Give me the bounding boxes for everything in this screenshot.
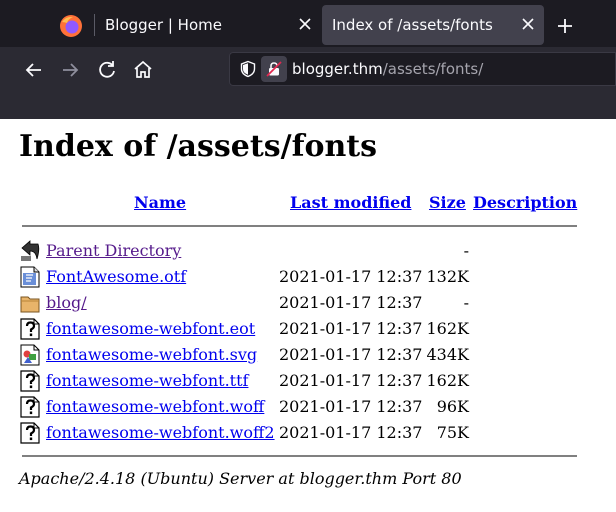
server-signature: Apache/2.4.18 (Ubuntu) Server at blogger… bbox=[19, 469, 462, 488]
font-file-icon bbox=[20, 266, 40, 288]
table-row: FontAwesome.otf 2021-01-17 12:37 132K bbox=[0, 264, 616, 290]
table-row: blog/ 2021-01-17 12:37 - bbox=[0, 290, 616, 316]
entry-size: 132K bbox=[426, 267, 470, 286]
forward-icon[interactable] bbox=[58, 58, 82, 82]
browser-chrome: Blogger | Home Index of /assets/fonts bl… bbox=[0, 0, 616, 119]
tab-blogger-home[interactable]: Blogger | Home bbox=[95, 5, 321, 45]
table-row: fontawesome-webfont.ttf 2021-01-17 12:37… bbox=[0, 368, 616, 394]
url-text[interactable]: blogger.thm/assets/fonts/ bbox=[292, 60, 483, 78]
entry-size: 434K bbox=[426, 345, 470, 364]
entry-size: 75K bbox=[436, 423, 469, 442]
lock-icon bbox=[266, 61, 282, 77]
tab-index-of-fonts[interactable]: Index of /assets/fonts bbox=[322, 5, 544, 45]
entry-modified: 2021-01-17 12:37 bbox=[279, 267, 423, 286]
entry-size: 96K bbox=[436, 397, 469, 416]
entry-link[interactable]: fontawesome-webfont.svg bbox=[46, 345, 257, 364]
shield-icon[interactable] bbox=[239, 60, 257, 78]
divider bbox=[22, 225, 577, 227]
column-header-name[interactable]: Name bbox=[134, 193, 186, 212]
table-row: fontawesome-webfont.woff 2021-01-17 12:3… bbox=[0, 394, 616, 420]
url-host: blogger.thm bbox=[292, 60, 383, 78]
page-title: Index of /assets/fonts bbox=[19, 129, 378, 164]
entry-link[interactable]: blog/ bbox=[46, 293, 87, 312]
folder-icon bbox=[20, 296, 40, 313]
home-icon[interactable] bbox=[131, 58, 155, 82]
back-icon[interactable] bbox=[22, 58, 46, 82]
lock-button[interactable] bbox=[261, 56, 287, 82]
column-header-size[interactable]: Size bbox=[429, 193, 466, 212]
table-row: Parent Directory - bbox=[0, 238, 616, 264]
entry-size: 162K bbox=[426, 319, 470, 338]
entry-size: - bbox=[463, 241, 469, 260]
nav-bar: blogger.thm/assets/fonts/ bbox=[0, 47, 616, 93]
table-row: fontawesome-webfont.eot 2021-01-17 12:37… bbox=[0, 316, 616, 342]
unknown-file-icon bbox=[20, 396, 40, 418]
firefox-logo-icon[interactable] bbox=[58, 13, 84, 39]
entry-modified: 2021-01-17 12:37 bbox=[279, 371, 423, 390]
close-icon[interactable] bbox=[520, 16, 536, 32]
entry-modified: 2021-01-17 12:37 bbox=[279, 345, 423, 364]
reload-icon[interactable] bbox=[95, 58, 119, 82]
entry-link[interactable]: fontawesome-webfont.ttf bbox=[46, 371, 248, 390]
entry-modified: 2021-01-17 12:37 bbox=[279, 319, 423, 338]
plus-icon[interactable] bbox=[553, 14, 577, 38]
entry-size: 162K bbox=[426, 371, 470, 390]
url-bar[interactable]: blogger.thm/assets/fonts/ bbox=[229, 52, 616, 86]
unknown-file-icon bbox=[20, 318, 40, 340]
tab-strip: Blogger | Home Index of /assets/fonts bbox=[0, 0, 616, 47]
page-content: Index of /assets/fonts Name Last modifie… bbox=[0, 119, 616, 512]
entry-link[interactable]: FontAwesome.otf bbox=[46, 267, 186, 286]
table-row: fontawesome-webfont.woff2 2021-01-17 12:… bbox=[0, 420, 616, 446]
unknown-file-icon bbox=[20, 422, 40, 444]
entry-link[interactable]: fontawesome-webfont.woff bbox=[46, 397, 264, 416]
entry-link[interactable]: fontawesome-webfont.eot bbox=[46, 319, 255, 338]
entry-size: - bbox=[463, 293, 469, 312]
column-header-description[interactable]: Description bbox=[473, 193, 577, 212]
divider bbox=[22, 455, 577, 457]
entry-link[interactable]: Parent Directory bbox=[46, 241, 181, 260]
table-row: fontawesome-webfont.svg 2021-01-17 12:37… bbox=[0, 342, 616, 368]
back-arrow-icon bbox=[21, 240, 40, 261]
tab-label: Blogger | Home bbox=[105, 16, 222, 34]
entry-modified: 2021-01-17 12:37 bbox=[279, 423, 423, 442]
url-path: /assets/fonts/ bbox=[382, 60, 484, 78]
entry-modified: 2021-01-17 12:37 bbox=[279, 397, 423, 416]
column-header-last-modified[interactable]: Last modified bbox=[290, 193, 411, 212]
entry-modified: 2021-01-17 12:37 bbox=[279, 293, 423, 312]
image-file-icon bbox=[20, 344, 40, 366]
entry-link[interactable]: fontawesome-webfont.woff2 bbox=[46, 423, 275, 442]
unknown-file-icon bbox=[20, 370, 40, 392]
tab-label: Index of /assets/fonts bbox=[332, 16, 493, 34]
close-icon[interactable] bbox=[297, 16, 313, 32]
